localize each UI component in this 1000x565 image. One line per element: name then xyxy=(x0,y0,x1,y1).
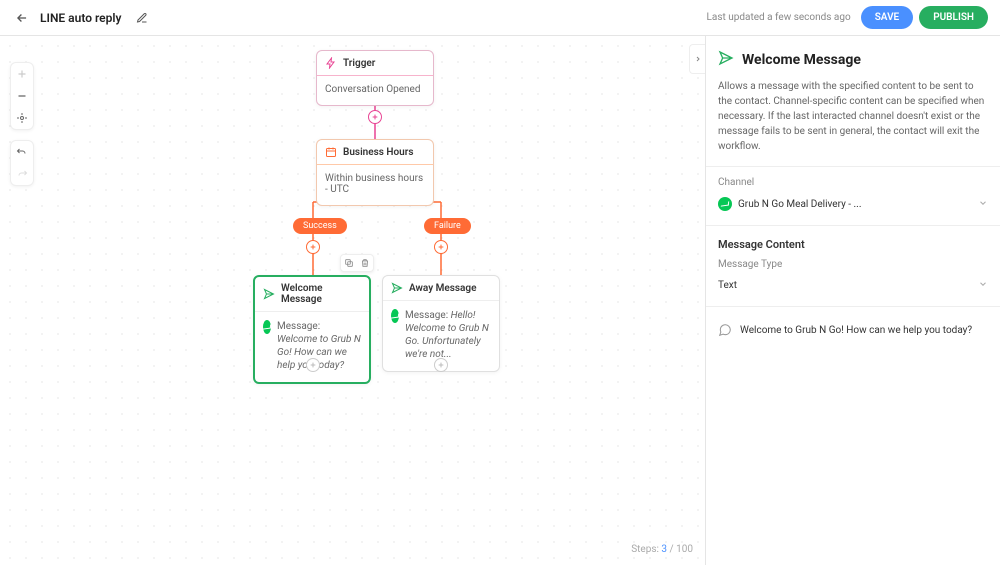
save-button[interactable]: SAVE xyxy=(861,6,914,29)
branch-success-pill: Success xyxy=(293,218,347,234)
node-away-title: Away Message xyxy=(409,283,477,294)
steps-counter: Steps: 3 / 100 xyxy=(631,544,693,555)
last-updated-text: Last updated a few seconds ago xyxy=(707,12,851,23)
message-preview-text: Welcome to Grub N Go! How can we help yo… xyxy=(740,325,972,336)
node-business-hours[interactable]: Business Hours Within business hours - U… xyxy=(316,139,434,206)
workflow-canvas[interactable]: Trigger Conversation Opened Business Hou… xyxy=(0,36,705,565)
node-action-toolbar xyxy=(340,254,374,272)
add-step-end-success[interactable] xyxy=(306,358,320,372)
node-trigger-body: Conversation Opened xyxy=(325,84,420,95)
app-header: LINE auto reply Last updated a few secon… xyxy=(0,0,1000,36)
line-channel-icon xyxy=(718,197,732,211)
channel-value: Grub N Go Meal Delivery - ... xyxy=(738,199,972,210)
node-trigger[interactable]: Trigger Conversation Opened xyxy=(316,50,434,106)
add-step-after-trigger[interactable] xyxy=(368,110,382,124)
copy-node-button[interactable] xyxy=(341,255,357,271)
workflow-title: LINE auto reply xyxy=(40,11,121,25)
line-channel-icon xyxy=(263,320,271,334)
message-type-selector[interactable]: Text xyxy=(718,275,988,296)
panel-description: Allows a message with the specified cont… xyxy=(718,79,988,154)
node-welcome-title: Welcome Message xyxy=(281,283,361,305)
chevron-down-icon xyxy=(978,198,988,211)
chat-bubble-icon xyxy=(718,323,732,337)
panel-divider xyxy=(706,225,1000,226)
panel-title: Welcome Message xyxy=(742,52,861,68)
back-button[interactable] xyxy=(12,8,32,28)
node-welcome-msg-label: Message: xyxy=(277,321,320,332)
send-icon xyxy=(263,288,275,300)
node-bh-body: Within business hours - UTC xyxy=(325,173,425,195)
add-step-failure-branch[interactable] xyxy=(434,240,448,254)
trigger-icon xyxy=(325,57,337,69)
message-content-label: Message Content xyxy=(718,238,988,251)
line-channel-icon xyxy=(391,309,399,323)
channel-selector[interactable]: Grub N Go Meal Delivery - ... xyxy=(718,193,988,215)
delete-node-button[interactable] xyxy=(357,255,373,271)
message-type-label: Message Type xyxy=(718,259,988,270)
message-preview-row[interactable]: Welcome to Grub N Go! How can we help yo… xyxy=(718,317,988,343)
publish-button[interactable]: PUBLISH xyxy=(919,6,988,29)
send-icon xyxy=(718,50,734,69)
send-icon xyxy=(391,282,403,294)
message-type-value: Text xyxy=(718,280,972,291)
add-step-end-failure[interactable] xyxy=(434,358,448,372)
node-away-msg-label: Message: xyxy=(405,310,451,321)
node-trigger-title: Trigger xyxy=(343,58,375,69)
calendar-icon xyxy=(325,146,337,158)
panel-divider xyxy=(706,306,1000,307)
panel-divider xyxy=(706,166,1000,167)
edit-title-button[interactable] xyxy=(133,9,151,27)
add-step-success-branch[interactable] xyxy=(306,240,320,254)
channel-field-label: Channel xyxy=(718,177,988,188)
header-left: LINE auto reply xyxy=(12,8,151,28)
node-bh-title: Business Hours xyxy=(343,147,413,158)
chevron-down-icon xyxy=(978,279,988,292)
branch-failure-pill: Failure xyxy=(424,218,471,234)
properties-panel: Welcome Message Allows a message with th… xyxy=(705,36,1000,565)
